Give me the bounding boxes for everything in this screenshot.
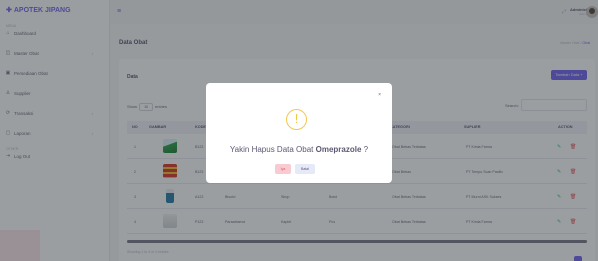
confirm-delete-dialog: × ! Yakin Hapus Data Obat Omeprazole ? I… [206,83,392,183]
confirm-item-name: Omeprazole [315,145,362,154]
confirm-yes-button[interactable]: Iya [275,164,291,174]
warning-icon: ! [286,109,307,130]
confirm-message-suffix: ? [361,145,369,154]
confirm-cancel-button[interactable]: Batal [295,164,315,174]
confirm-message-prefix: Yakin Hapus Data Obat [229,145,316,154]
close-icon[interactable]: × [378,92,381,98]
confirm-message: Yakin Hapus Data Obat Omeprazole ? [206,145,392,154]
